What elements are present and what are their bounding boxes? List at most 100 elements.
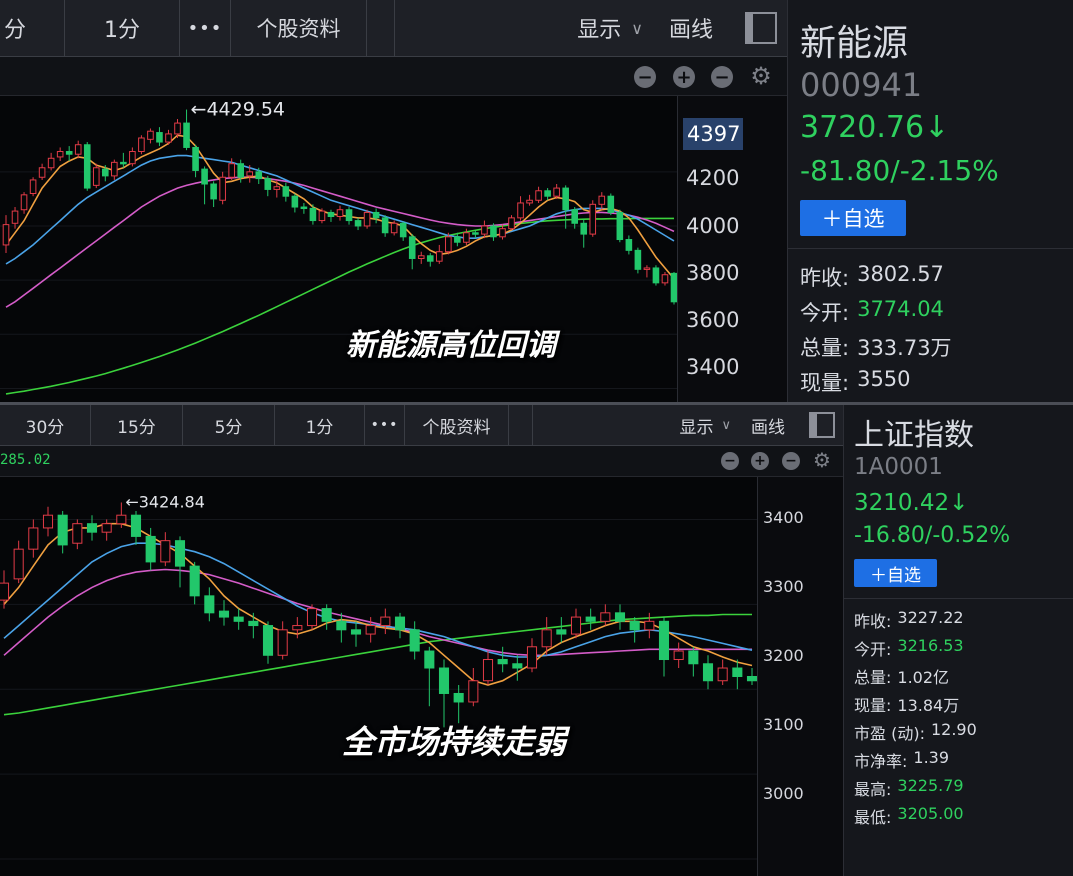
tab-label: 1分	[305, 417, 334, 438]
candle-body	[600, 612, 611, 622]
stock-profile-button[interactable]: 个股资料	[405, 405, 509, 445]
stat-value: 3227.22	[897, 608, 964, 627]
candle-body	[598, 195, 606, 205]
chevron-down-icon: ∨	[631, 18, 643, 38]
candle-body	[189, 565, 200, 597]
y-axis-tick: 4200	[686, 166, 740, 190]
candle-body	[345, 209, 353, 222]
tab-30min[interactable]: 30分	[0, 405, 91, 445]
more-button[interactable]: •••	[180, 0, 231, 56]
candle-body	[435, 251, 443, 262]
tab-period-partial[interactable]: 分	[0, 0, 65, 56]
candle-body	[130, 514, 142, 537]
layout-toggle-icon[interactable]	[809, 412, 835, 438]
stat-high: 最高: 3225.79	[854, 776, 964, 800]
candle-body	[233, 616, 244, 622]
candle-body	[248, 620, 259, 627]
candle-body	[174, 122, 181, 135]
candle-body	[643, 267, 651, 270]
stat-key: 总量:	[800, 336, 850, 360]
candle-body	[634, 249, 642, 270]
candle-body	[426, 255, 434, 262]
stat-open: 今开: 3774.04	[800, 297, 944, 327]
candle-body	[585, 616, 596, 622]
candle-body	[277, 629, 288, 656]
draw-line-button[interactable]: 画线	[751, 413, 785, 438]
candle-body	[417, 255, 425, 259]
gear-icon[interactable]: ⚙	[811, 448, 833, 472]
candle-body	[92, 167, 100, 186]
candle-body	[661, 274, 669, 284]
tab-1min[interactable]: 1分	[65, 0, 180, 56]
minus-icon[interactable]: −	[782, 452, 800, 470]
chart-panel-sse-index: 30分 15分 5分 1分 ••• 个股资料 显示 ∨ 画线 285.02 − …	[0, 405, 1073, 876]
y-axis-current-highlight: 4397	[683, 118, 743, 150]
draw-line-label: 画线	[668, 18, 713, 43]
add-to-watchlist-button[interactable]: ＋自选	[854, 559, 937, 587]
toolbar-right: 显示 ∨ 画线	[395, 0, 787, 56]
minus-icon[interactable]: −	[711, 66, 733, 88]
candlestick-chart[interactable]: ←3424.84 全市场持续走弱	[0, 477, 757, 876]
candle-body	[658, 620, 670, 661]
candle-body	[445, 236, 452, 253]
candle-body	[0, 582, 10, 601]
stat-volume: 总量: 1.02亿	[854, 664, 949, 688]
draw-line-button[interactable]: 画线	[669, 12, 713, 44]
y-axis-tick: 3000	[763, 784, 804, 803]
candle-body	[526, 646, 538, 669]
candle-body	[156, 132, 163, 143]
stat-current-volume: 现量: 13.84万	[854, 692, 959, 716]
stock-profile-button[interactable]: 个股资料	[231, 0, 367, 56]
plus-icon[interactable]: +	[673, 66, 695, 88]
stat-key: 总量:	[854, 668, 892, 687]
tab-15min[interactable]: 15分	[91, 405, 183, 445]
tab-label: 30分	[25, 417, 65, 438]
candle-body	[372, 211, 380, 219]
candle-body	[65, 151, 73, 155]
candlestick-chart[interactable]: ←4429.54 新能源高位回调	[0, 96, 677, 402]
candle-body	[47, 157, 55, 169]
stat-key: 今开:	[800, 301, 850, 325]
ma-readout: 285.02	[0, 452, 51, 468]
y-axis: 4397 4200 4000 3800 3600 3400	[677, 96, 788, 402]
stat-key: 今开:	[854, 640, 892, 659]
candle-body	[29, 179, 37, 194]
more-button[interactable]: •••	[365, 405, 405, 445]
tab-5min[interactable]: 5分	[183, 405, 275, 445]
candle-body	[38, 167, 46, 178]
chart-caption: 全市场持续走弱	[342, 723, 567, 761]
candle-body	[629, 620, 640, 631]
candle-body	[454, 236, 461, 243]
candle-body	[644, 620, 655, 631]
display-menu[interactable]: 显示 ∨	[679, 413, 731, 438]
candle-body	[746, 676, 757, 682]
plus-icon[interactable]: +	[751, 452, 769, 470]
y-axis-tick: 4000	[686, 214, 740, 238]
display-menu[interactable]: 显示 ∨	[577, 12, 643, 44]
candle-body	[607, 195, 615, 213]
ma60-line	[5, 217, 674, 395]
tab-label: 15分	[117, 417, 156, 438]
stat-prev-close: 昨收: 3802.57	[800, 262, 944, 292]
add-to-watchlist-button[interactable]: ＋自选	[800, 200, 906, 236]
candle-body	[255, 171, 263, 180]
toolbar: 分 1分 ••• 个股资料 显示 ∨ 画线	[0, 0, 787, 57]
minus-icon[interactable]: −	[721, 452, 739, 470]
chart-controls-bar: − + − ⚙	[0, 57, 787, 96]
y-axis-tick: 3300	[763, 577, 804, 596]
candle-body	[497, 659, 508, 665]
toolbar-right: 显示 ∨ 画线	[533, 405, 843, 445]
layout-toggle-icon[interactable]	[745, 12, 777, 44]
more-icon: •••	[370, 417, 399, 433]
candle-body	[74, 144, 82, 155]
tab-1min[interactable]: 1分	[275, 405, 365, 445]
candle-body	[13, 548, 24, 580]
gear-icon[interactable]: ⚙	[748, 62, 774, 90]
candle-body	[165, 133, 172, 143]
minus-icon[interactable]: −	[634, 66, 656, 88]
tab-label: 1分	[104, 18, 140, 43]
candle-body	[526, 199, 533, 204]
candle-body	[20, 194, 28, 211]
candle-body	[321, 608, 332, 622]
candle-body	[625, 239, 633, 251]
